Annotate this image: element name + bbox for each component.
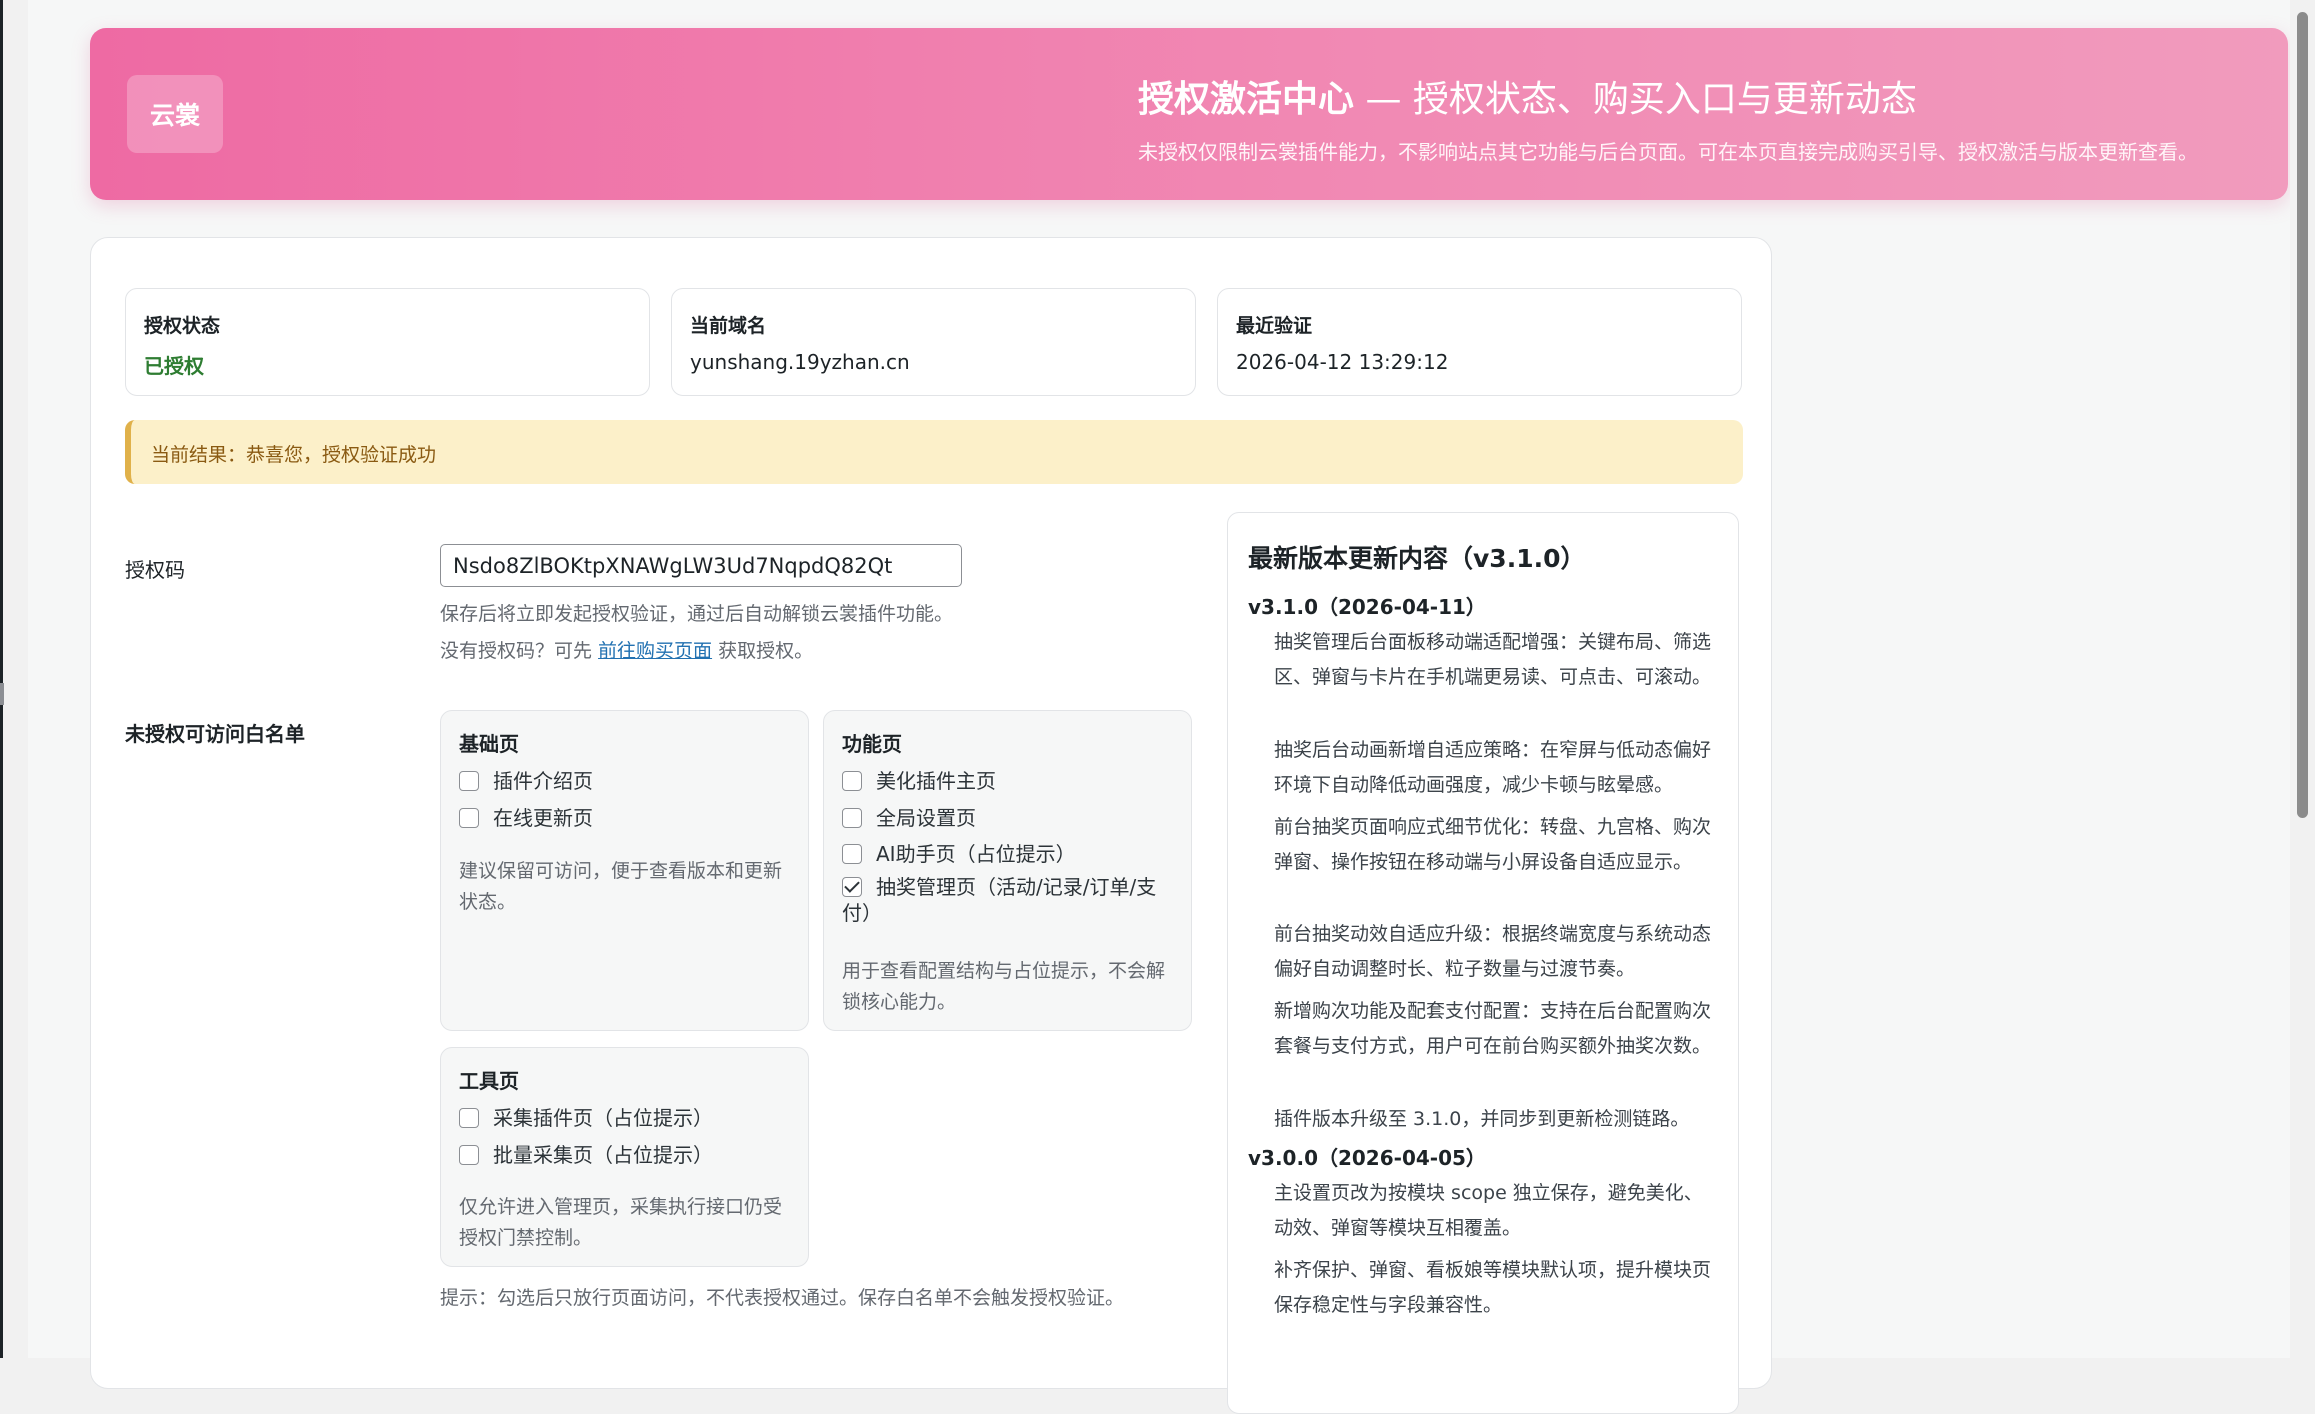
page-scrollbar-thumb[interactable] bbox=[2297, 12, 2308, 818]
changelog-entry: 主设置页改为按模块 scope 独立保存，避免美化、动效、弹窗等模块互相覆盖。 bbox=[1274, 1182, 1703, 1239]
page-title: 授权激活中心 — 授权状态、购买入口与更新动态 bbox=[1138, 70, 1917, 122]
page-subtitle: 未授权仅限制云裳插件能力，不影响站点其它功能与后台页面。可在本页直接完成购买引导… bbox=[1138, 140, 2198, 164]
license-status-value: 已授权 bbox=[144, 354, 204, 378]
whitelist-label: 未授权可访问白名单 bbox=[125, 722, 305, 746]
purchase-page-link[interactable]: 前往购买页面 bbox=[598, 640, 712, 662]
changelog-entry: 前台抽奖动效自适应升级：根据终端宽度与系统动态偏好自动调整时长、粒子数量与过渡节… bbox=[1274, 923, 1712, 980]
changelog-entry: 前台抽奖页面响应式细节优化：转盘、九宫格、购次弹窗、操作按钮在移动端与小屏设备自… bbox=[1274, 816, 1712, 873]
checkbox[interactable] bbox=[842, 771, 862, 791]
result-notice-text: 当前结果：恭喜您，授权验证成功 bbox=[151, 444, 437, 466]
status-card-domain: 当前域名 yunshang.19yzhan.cn bbox=[671, 288, 1196, 396]
checkbox[interactable] bbox=[459, 1145, 479, 1165]
option-label: 全局设置页 bbox=[876, 806, 976, 830]
page-title-main: 授权激活中心 bbox=[1138, 79, 1355, 120]
page-wrap: 云裳 授权激活中心 — 授权状态、购买入口与更新动态 未授权仅限制云裳插件能力，… bbox=[28, 0, 2290, 1414]
option-label: 批量采集页（占位提示） bbox=[493, 1143, 713, 1167]
group-title: 工具页 bbox=[459, 1069, 519, 1093]
checkbox[interactable] bbox=[459, 808, 479, 828]
changelog-panel: 最新版本更新内容（v3.1.0） v3.1.0（2026-04-11） 抽奖管理… bbox=[1227, 512, 1739, 1414]
purchase-hint-suffix: 获取授权。 bbox=[712, 640, 814, 662]
purchase-hint-prefix: 没有授权码？可先 bbox=[440, 640, 599, 662]
admin-sidebar-edge bbox=[0, 0, 3, 1358]
status-card-last-verify: 最近验证 2026-04-12 13:29:12 bbox=[1217, 288, 1742, 396]
whitelist-group-basic: 基础页 插件介绍页 在线更新页 建议保留可访问，便于查看版本和更新状态。 bbox=[440, 710, 809, 1031]
checkbox[interactable] bbox=[459, 771, 479, 791]
whitelist-group-tools: 工具页 采集插件页（占位提示） 批量采集页（占位提示） 仅允许进入管理页，采集执… bbox=[440, 1047, 809, 1267]
checkbox[interactable] bbox=[842, 808, 862, 828]
checkbox[interactable] bbox=[842, 844, 862, 864]
option-ai-assistant[interactable]: AI助手页（占位提示） bbox=[842, 838, 1076, 867]
option-label: 在线更新页 bbox=[493, 806, 593, 830]
brand-logo: 云裳 bbox=[127, 75, 223, 153]
checkbox-checked[interactable] bbox=[842, 877, 862, 897]
changelog-version: v3.0.0（2026-04-05） bbox=[1248, 1146, 1486, 1170]
option-lottery-management[interactable]: 抽奖管理页（活动/记录/订单/支付） bbox=[842, 874, 1172, 926]
license-purchase-hint: 没有授权码？可先 前往购买页面 获取授权。 bbox=[440, 636, 813, 663]
changelog-entry: 新增购次功能及配套支付配置：支持在后台配置购次套餐与支付方式，用户可在前台购买额… bbox=[1274, 1000, 1712, 1057]
result-notice: 当前结果：恭喜您，授权验证成功 bbox=[125, 420, 1743, 484]
last-verify-value: 2026-04-12 13:29:12 bbox=[1236, 350, 1449, 374]
page-title-rest: — 授权状态、购买入口与更新动态 bbox=[1354, 79, 1917, 120]
option-label: 美化插件主页 bbox=[876, 769, 996, 793]
status-card-label: 最近验证 bbox=[1236, 315, 1313, 337]
checkbox[interactable] bbox=[459, 1108, 479, 1128]
group-title: 功能页 bbox=[842, 732, 902, 756]
changelog-version: v3.1.0（2026-04-11） bbox=[1248, 595, 1486, 619]
license-code-input[interactable] bbox=[440, 544, 962, 587]
group-note: 仅允许进入管理页，采集执行接口仍受授权门禁控制。 bbox=[459, 1196, 783, 1249]
option-label: 插件介绍页 bbox=[493, 769, 593, 793]
status-card-label: 当前域名 bbox=[690, 315, 767, 337]
license-panel: 授权状态 已授权 当前域名 yunshang.19yzhan.cn 最近验证 2… bbox=[90, 237, 1772, 1414]
option-batch-collect[interactable]: 批量采集页（占位提示） bbox=[459, 1139, 713, 1168]
whitelist-tip: 提示：勾选后只放行页面访问，不代表授权通过。保存白名单不会触发授权验证。 bbox=[440, 1287, 1125, 1309]
option-global-settings[interactable]: 全局设置页 bbox=[842, 802, 976, 831]
option-online-update[interactable]: 在线更新页 bbox=[459, 802, 593, 831]
status-card-license: 授权状态 已授权 bbox=[125, 288, 650, 396]
option-plugin-intro[interactable]: 插件介绍页 bbox=[459, 765, 593, 794]
option-label: AI助手页（占位提示） bbox=[876, 842, 1076, 866]
changelog-title: 最新版本更新内容（v3.1.0） bbox=[1248, 544, 1586, 573]
page-header-banner: 云裳 授权激活中心 — 授权状态、购买入口与更新动态 未授权仅限制云裳插件能力，… bbox=[90, 28, 2288, 200]
whitelist-group-features: 功能页 美化插件主页 全局设置页 AI助手页（占位提示） 抽奖管理页（活动/记录… bbox=[823, 710, 1192, 1031]
license-help-text: 保存后将立即发起授权验证，通过后自动解锁云裳插件功能。 bbox=[440, 603, 954, 625]
license-code-label: 授权码 bbox=[125, 558, 185, 582]
option-label: 抽奖管理页（活动/记录/订单/支付） bbox=[842, 875, 1157, 925]
group-note: 建议保留可访问，便于查看版本和更新状态。 bbox=[459, 860, 783, 913]
option-collect-plugin[interactable]: 采集插件页（占位提示） bbox=[459, 1102, 713, 1131]
option-beautify-home[interactable]: 美化插件主页 bbox=[842, 765, 996, 794]
domain-value: yunshang.19yzhan.cn bbox=[690, 350, 910, 374]
group-note: 用于查看配置结构与占位提示，不会解锁核心能力。 bbox=[842, 960, 1166, 1013]
status-card-label: 授权状态 bbox=[144, 315, 221, 337]
option-label: 采集插件页（占位提示） bbox=[493, 1106, 713, 1130]
changelog-entry: 抽奖后台动画新增自适应策略：在窄屏与低动态偏好环境下自动降低动画强度，减少卡顿与… bbox=[1274, 739, 1712, 796]
changelog-entry: 抽奖管理后台面板移动端适配增强：关键布局、筛选区、弹窗与卡片在手机端更易读、可点… bbox=[1274, 631, 1712, 688]
changelog-entry: 补齐保护、弹窗、看板娘等模块默认项，提升模块页保存稳定性与字段兼容性。 bbox=[1274, 1259, 1712, 1316]
sidebar-collapse-handle[interactable] bbox=[0, 683, 4, 705]
changelog-entry: 插件版本升级至 3.1.0，并同步到更新检测链路。 bbox=[1274, 1108, 1690, 1130]
group-title: 基础页 bbox=[459, 732, 519, 756]
